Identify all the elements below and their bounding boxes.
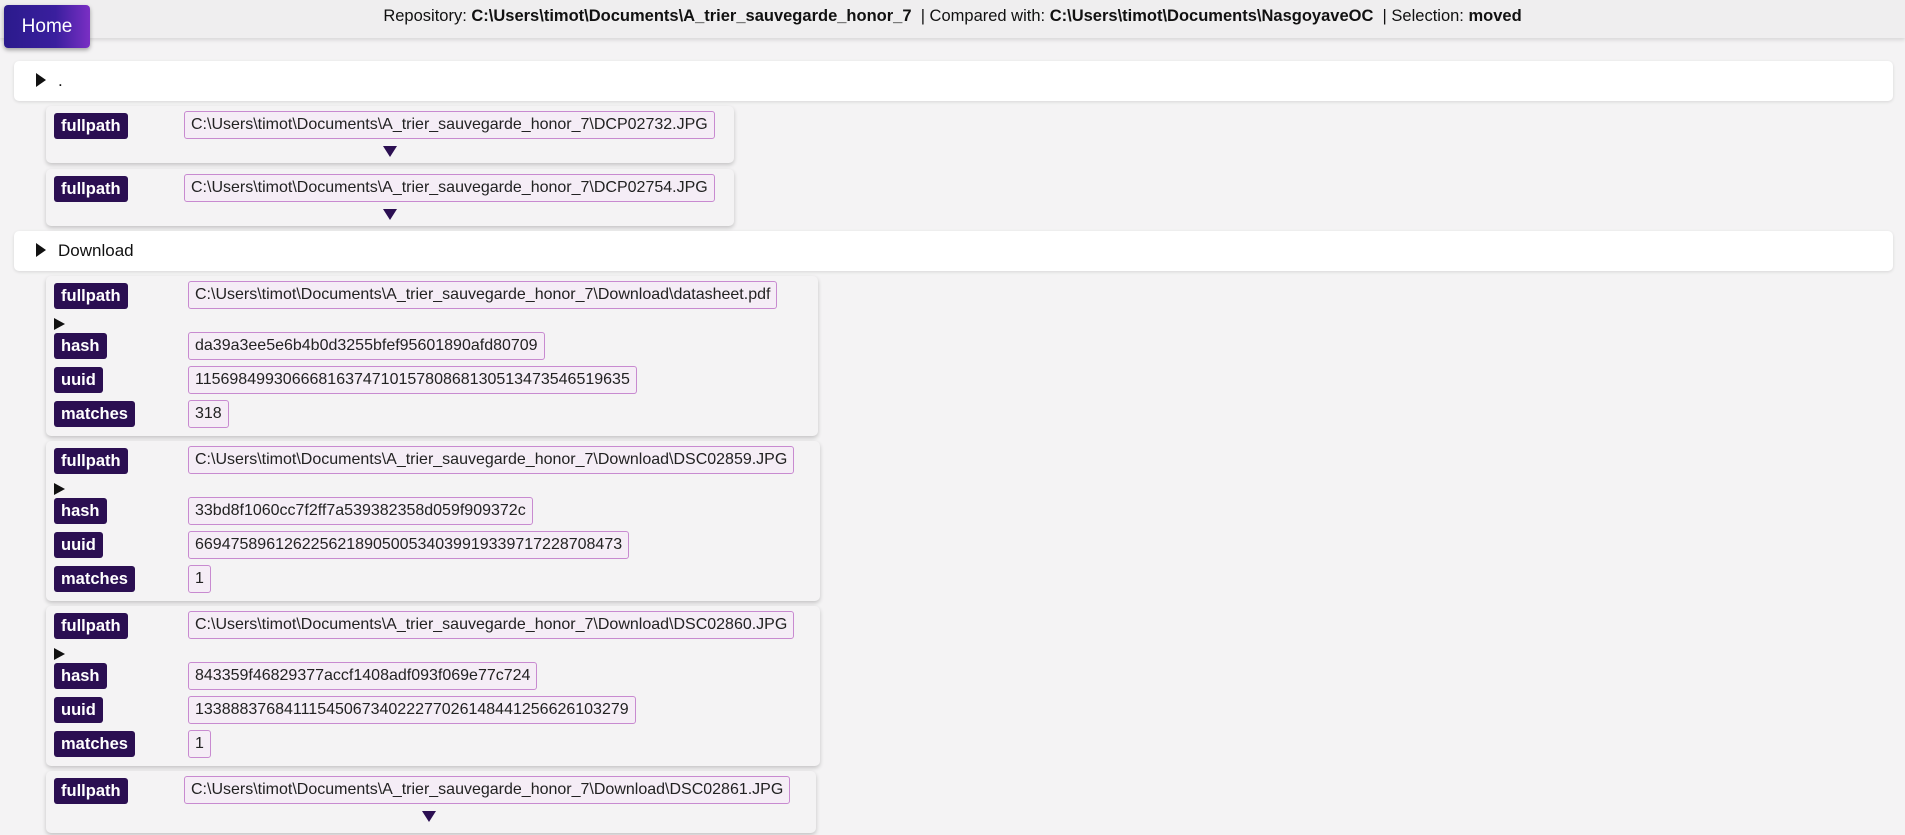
fullpath-label: fullpath [54, 283, 128, 309]
fullpath-value: C:\Users\timot\Documents\A_trier_sauvega… [184, 776, 791, 804]
expand-triangle-icon[interactable] [36, 73, 46, 87]
uuid-value: 1156984993066681637471015780868130513473… [188, 366, 637, 394]
fullpath-value: C:\Users\timot\Documents\A_trier_sauvega… [188, 281, 778, 309]
fullpath-value: C:\Users\timot\Documents\A_trier_sauvega… [188, 611, 795, 639]
matches-value: 1 [188, 565, 211, 593]
file-card: fullpath C:\Users\timot\Documents\A_trie… [46, 441, 820, 601]
hash-value: da39a3ee5e6b4b0d3255bfef95601890afd80709 [188, 332, 545, 360]
expand-triangle-icon[interactable] [54, 483, 65, 495]
collapse-triangle-icon[interactable] [383, 146, 397, 157]
matches-value: 1 [188, 730, 211, 758]
matches-label: matches [54, 401, 135, 427]
matches-value: 318 [188, 400, 229, 428]
uuid-label: uuid [54, 532, 103, 558]
file-card: fullpath C:\Users\timot\Documents\A_trie… [46, 169, 734, 226]
expand-triangle-icon[interactable] [54, 648, 65, 660]
compared-path: C:\Users\timot\Documents\NasgoyaveOC [1049, 7, 1374, 25]
folder-name: Download [58, 241, 134, 260]
uuid-value: 1338883768411154506734022277026148441256… [188, 696, 636, 724]
repository-label: Repository: [383, 7, 467, 25]
collapse-triangle-icon[interactable] [383, 209, 397, 220]
selection-label: | Selection: [1382, 7, 1464, 25]
file-card: fullpath C:\Users\timot\Documents\A_trie… [46, 106, 734, 163]
header-info: Repository: C:\Users\timot\Documents\A_t… [0, 7, 1905, 26]
collapse-triangle-icon[interactable] [422, 811, 436, 822]
fullpath-value: C:\Users\timot\Documents\A_trier_sauvega… [188, 446, 795, 474]
expand-triangle-icon[interactable] [54, 318, 65, 330]
hash-label: hash [54, 333, 107, 359]
file-card: fullpath C:\Users\timot\Documents\A_trie… [46, 771, 816, 833]
fullpath-label: fullpath [54, 448, 128, 474]
fullpath-value: C:\Users\timot\Documents\A_trier_sauvega… [184, 174, 715, 202]
fullpath-label: fullpath [54, 778, 128, 804]
expand-triangle-icon[interactable] [36, 243, 46, 257]
folder-root[interactable]: . [14, 61, 1893, 101]
selection-value: moved [1468, 7, 1522, 25]
file-card: fullpath C:\Users\timot\Documents\A_trie… [46, 606, 820, 766]
matches-label: matches [54, 566, 135, 592]
hash-label: hash [54, 663, 107, 689]
folder-download[interactable]: Download [14, 231, 1893, 271]
uuid-value: 6694758961262256218905005340399193397172… [188, 531, 630, 559]
fullpath-label: fullpath [54, 176, 128, 202]
hash-value: 843359f46829377accf1408adf093f069e77c724 [188, 662, 538, 690]
uuid-label: uuid [54, 367, 103, 393]
hash-label: hash [54, 498, 107, 524]
folder-name: . [58, 71, 63, 90]
compared-label: | Compared with: [920, 7, 1046, 25]
repository-path: C:\Users\timot\Documents\A_trier_sauvega… [471, 7, 912, 25]
home-button[interactable]: Home [4, 5, 90, 48]
fullpath-label: fullpath [54, 113, 128, 139]
matches-label: matches [54, 731, 135, 757]
uuid-label: uuid [54, 697, 103, 723]
hash-value: 33bd8f1060cc7f2ff7a539382358d059f909372c [188, 497, 533, 525]
file-card: fullpath C:\Users\timot\Documents\A_trie… [46, 276, 818, 436]
fullpath-label: fullpath [54, 613, 128, 639]
fullpath-value: C:\Users\timot\Documents\A_trier_sauvega… [184, 111, 715, 139]
